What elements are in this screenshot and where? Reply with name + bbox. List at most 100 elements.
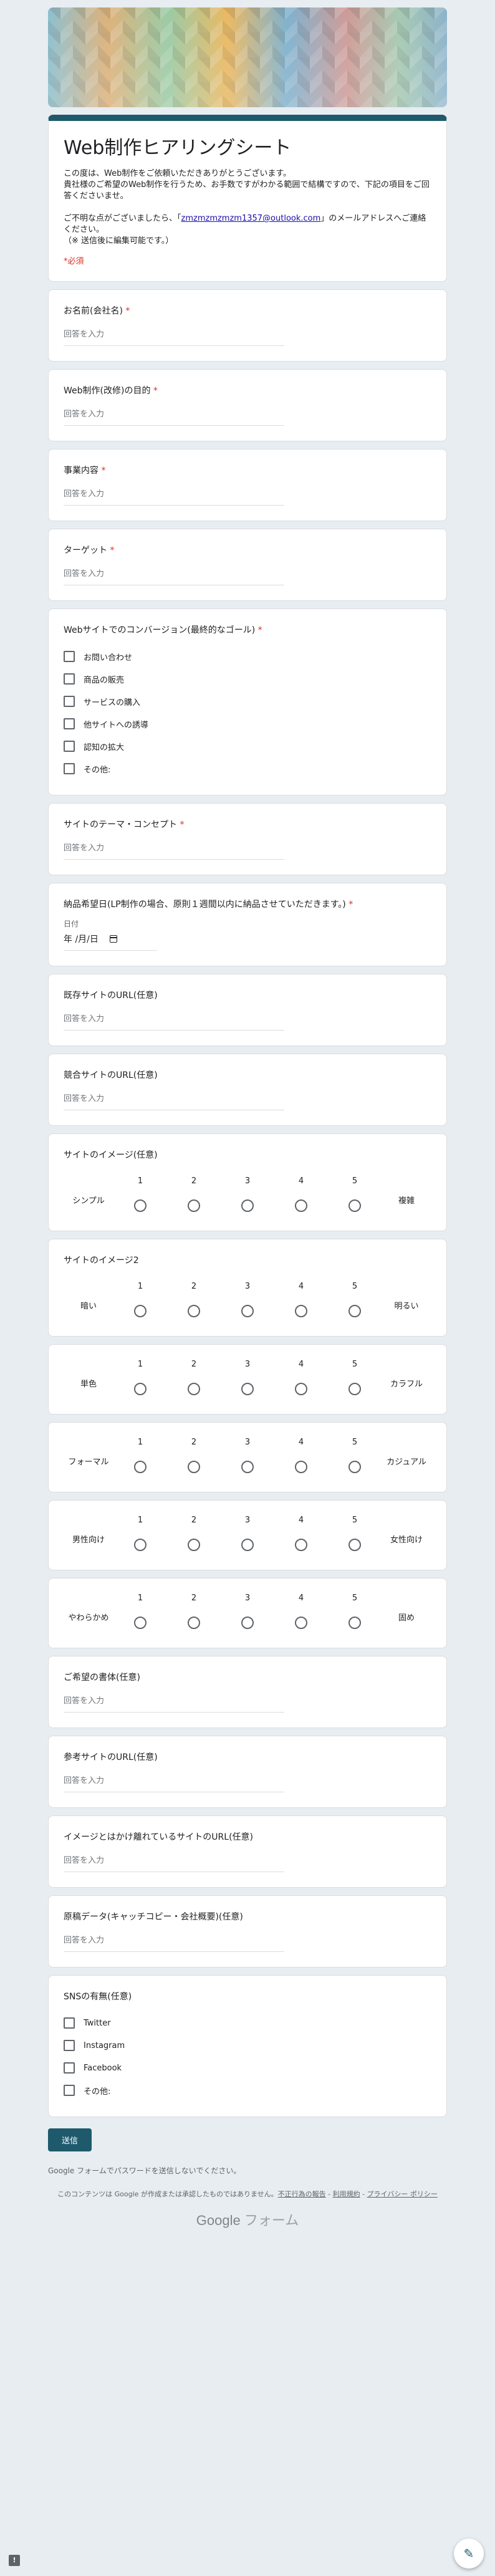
checkbox[interactable] (64, 651, 75, 662)
checkbox-option-other[interactable]: その他: (64, 757, 431, 780)
radio-button[interactable] (348, 1383, 361, 1395)
radio-button[interactable] (188, 1617, 200, 1629)
answer-input[interactable]: 回答を入力 (64, 568, 284, 585)
contact-email-link[interactable]: zmzmzmzmzm1357@outlook.com (181, 214, 321, 223)
radio-button[interactable] (134, 1383, 147, 1395)
question-title: SNSの有無(任意) (64, 1992, 132, 2002)
answer-input[interactable]: 回答を入力 (64, 1934, 284, 1952)
radio-button[interactable] (348, 1617, 361, 1629)
radio-button[interactable] (295, 1617, 307, 1629)
radio-button[interactable] (134, 1461, 147, 1473)
radio-button[interactable] (188, 1199, 200, 1212)
checkbox-option[interactable]: Instagram (64, 2034, 431, 2057)
radio-button[interactable] (241, 1461, 254, 1473)
checkbox-option[interactable]: お問い合わせ (64, 645, 431, 668)
pencil-icon[interactable]: ✎ (454, 2539, 484, 2569)
question-gender-scale: 男性向け 1 2 3 4 5 女性向け (48, 1500, 447, 1570)
answer-input[interactable]: 回答を入力 (64, 1775, 284, 1792)
checkbox-list: Twitter Instagram Facebook その他: (64, 2012, 431, 2102)
radio-button[interactable] (241, 1305, 254, 1317)
checkbox-option[interactable]: 他サイトへの誘導 (64, 713, 431, 735)
date-label: 日付 (64, 920, 79, 928)
answer-input[interactable]: 回答を入力 (64, 1855, 284, 1872)
checkbox[interactable] (64, 2085, 75, 2096)
checkbox-option[interactable]: 商品の販売 (64, 668, 431, 690)
checkbox-option-other[interactable]: その他: (64, 2079, 431, 2102)
radio-button[interactable] (134, 1617, 147, 1629)
radio-button[interactable] (348, 1305, 361, 1317)
checkbox-option[interactable]: Twitter (64, 2012, 431, 2034)
checkbox[interactable] (64, 673, 75, 685)
answer-input[interactable]: 回答を入力 (64, 842, 284, 860)
checkbox-option[interactable]: 認知の拡大 (64, 735, 431, 757)
radio-button[interactable] (188, 1383, 200, 1395)
scale-right-label: カラフル (390, 1380, 423, 1389)
question-title: 競合サイトのURL(任意) (64, 1070, 158, 1080)
radio-button[interactable] (348, 1539, 361, 1551)
report-abuse-link[interactable]: 不正行為の報告 (278, 2190, 326, 2198)
radio-button[interactable] (295, 1305, 307, 1317)
radio-button[interactable] (295, 1461, 307, 1473)
question-competitor-url: 競合サイトのURL(任意) 回答を入力 (48, 1054, 447, 1126)
question-company-name: お名前(会社名) * 回答を入力 (48, 289, 447, 362)
radio-button[interactable] (241, 1199, 254, 1212)
checkbox[interactable] (64, 763, 75, 774)
required-note: *必須 (64, 257, 84, 266)
google-forms-logo[interactable]: Google フォーム (48, 2209, 447, 2229)
radio-button[interactable] (295, 1383, 307, 1395)
form-description: この度は、Web制作をご依頼いただきありがとうございます。 貴社様のご希望のWe… (64, 168, 431, 247)
answer-input[interactable]: 回答を入力 (64, 1013, 284, 1031)
scale-left-label: やわらかめ (68, 1613, 109, 1623)
privacy-policy-link[interactable]: プライバシー ポリシー (367, 2190, 438, 2198)
answer-input[interactable]: 回答を入力 (64, 488, 284, 506)
radio-button[interactable] (188, 1539, 200, 1551)
scale-right-label: 固め (398, 1613, 415, 1623)
date-input[interactable]: 年 /月/日 (64, 933, 157, 951)
question-font: ご希望の書体(任意) 回答を入力 (48, 1656, 447, 1728)
checkbox-option[interactable]: サービスの購入 (64, 690, 431, 713)
checkbox[interactable] (64, 741, 75, 752)
radio-button[interactable] (134, 1199, 147, 1212)
answer-input[interactable]: 回答を入力 (64, 1093, 284, 1110)
scale-left-label: シンプル (72, 1196, 105, 1206)
radio-button[interactable] (188, 1305, 200, 1317)
calendar-icon[interactable] (109, 935, 117, 943)
radio-button[interactable] (348, 1461, 361, 1473)
question-title: 参考サイトのURL(任意) (64, 1752, 158, 1762)
terms-link[interactable]: 利用規約 (333, 2190, 360, 2198)
checkbox[interactable] (64, 2017, 75, 2029)
checkbox[interactable] (64, 2040, 75, 2051)
checkbox[interactable] (64, 718, 75, 729)
form-title: Web制作ヒアリングシート (64, 137, 292, 159)
radio-button[interactable] (134, 1305, 147, 1317)
radio-button[interactable] (295, 1539, 307, 1551)
question-site-image-scale: サイトのイメージ(任意) シンプル 1 2 3 4 5 複雑 (48, 1133, 447, 1231)
question-title: サイトのイメージ2 (64, 1256, 139, 1266)
answer-input[interactable]: 回答を入力 (64, 408, 284, 426)
checkbox-option[interactable]: Facebook (64, 2057, 431, 2079)
radio-button[interactable] (241, 1617, 254, 1629)
radio-button[interactable] (295, 1199, 307, 1212)
header-banner-image (48, 7, 447, 107)
required-asterisk: * (257, 625, 262, 635)
report-icon[interactable]: ! (9, 2555, 20, 2566)
radio-button[interactable] (188, 1461, 200, 1473)
question-title: イメージとはかけ離れているサイトのURL(任意) (64, 1832, 253, 1842)
desc-line-2: 貴社様のご希望のWeb制作を行うため、お手数ですがわかる範囲で結構ですので、下記… (64, 180, 430, 201)
radio-button[interactable] (134, 1539, 147, 1551)
answer-input[interactable]: 回答を入力 (64, 329, 284, 346)
scale-right-label: 複雑 (398, 1196, 415, 1206)
required-asterisk: * (348, 900, 353, 910)
question-title: サイトのテーマ・コンセプト (64, 820, 177, 830)
required-asterisk: * (180, 820, 185, 830)
radio-button[interactable] (241, 1383, 254, 1395)
answer-input[interactable]: 回答を入力 (64, 1695, 284, 1713)
checkbox[interactable] (64, 696, 75, 707)
radio-button[interactable] (241, 1539, 254, 1551)
desc-line-1: この度は、Web制作をご依頼いただきありがとうございます。 (64, 169, 292, 178)
submit-button[interactable]: 送信 (48, 2128, 92, 2151)
checkbox[interactable] (64, 2062, 75, 2074)
linear-scale: 男性向け 1 2 3 4 5 女性向け (64, 1516, 431, 1555)
radio-button[interactable] (348, 1199, 361, 1212)
linear-scale: やわらかめ 1 2 3 4 5 固め (64, 1593, 431, 1633)
